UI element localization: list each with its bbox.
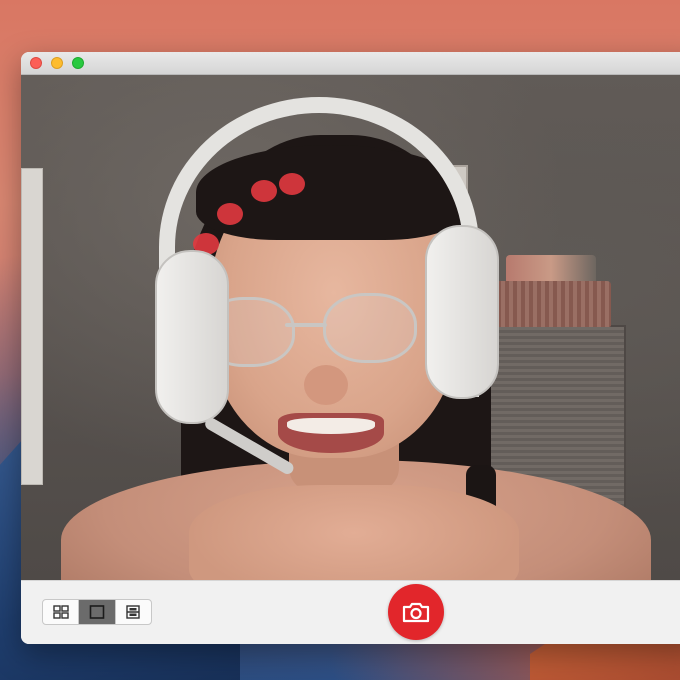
view-mode-toggle: [42, 599, 152, 625]
square-icon: [89, 605, 105, 619]
minimize-button[interactable]: [51, 57, 63, 69]
person-teeth: [287, 418, 375, 434]
photo-booth-window: [21, 52, 680, 644]
person-hands: [189, 485, 519, 580]
filmstrip-view-button[interactable]: [116, 600, 151, 624]
desktop-background: [0, 0, 680, 680]
grid-view-button[interactable]: [43, 600, 80, 624]
headphone-right-earcup: [425, 225, 499, 399]
preview-person: [21, 75, 680, 580]
headphone-left-earcup: [155, 250, 229, 424]
close-button[interactable]: [30, 57, 42, 69]
zoom-button[interactable]: [72, 57, 84, 69]
title-bar[interactable]: [21, 52, 680, 75]
filmstrip-icon: [126, 605, 141, 619]
grid-icon: [52, 605, 69, 619]
camera-preview: [21, 75, 680, 580]
single-view-button[interactable]: [79, 600, 116, 624]
camera-icon: [402, 602, 430, 623]
take-photo-button[interactable]: [388, 584, 444, 640]
bottom-toolbar: [21, 580, 680, 644]
